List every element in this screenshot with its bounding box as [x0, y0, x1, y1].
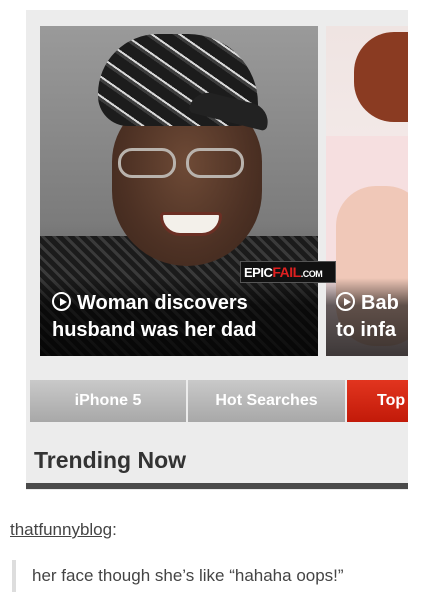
carousel-slide-main[interactable]: Woman discovers husband was her dad [40, 26, 318, 356]
caption-line-1: Bab [336, 290, 399, 317]
play-circle-icon [336, 292, 355, 311]
slide-caption[interactable]: Woman discovers husband was her dad [52, 290, 256, 344]
tab-top[interactable]: Top [347, 380, 411, 422]
post-quote: her face though she’s like “hahaha oops!… [12, 560, 344, 592]
crop-edge [408, 0, 425, 500]
section-title: Trending Now [34, 447, 187, 473]
section-divider [26, 483, 411, 489]
carousel-slide-next[interactable]: Bab to infa [326, 26, 411, 356]
news-widget: Woman discovers husband was her dad Bab … [26, 10, 411, 490]
author-link[interactable]: thatfunnyblog [10, 520, 112, 539]
caption-line-2: to infa [336, 319, 396, 341]
tab-hot-searches[interactable]: Hot Searches [188, 380, 345, 422]
photo-glasses-left [118, 148, 176, 178]
tab-iphone-5[interactable]: iPhone 5 [30, 380, 186, 422]
slide-caption[interactable]: Bab to infa [336, 290, 399, 344]
topic-tabs: iPhone 5 Hot Searches Top [30, 380, 411, 422]
photo-smile [160, 212, 222, 236]
post-author: thatfunnyblog: [10, 520, 117, 539]
play-circle-icon [52, 292, 71, 311]
photo-glasses-right [186, 148, 244, 178]
caption-line-1: Woman discovers [52, 290, 256, 317]
caption-line-2: husband was her dad [52, 319, 257, 341]
epicfail-watermark: EPICFAIL.COM [240, 261, 336, 283]
